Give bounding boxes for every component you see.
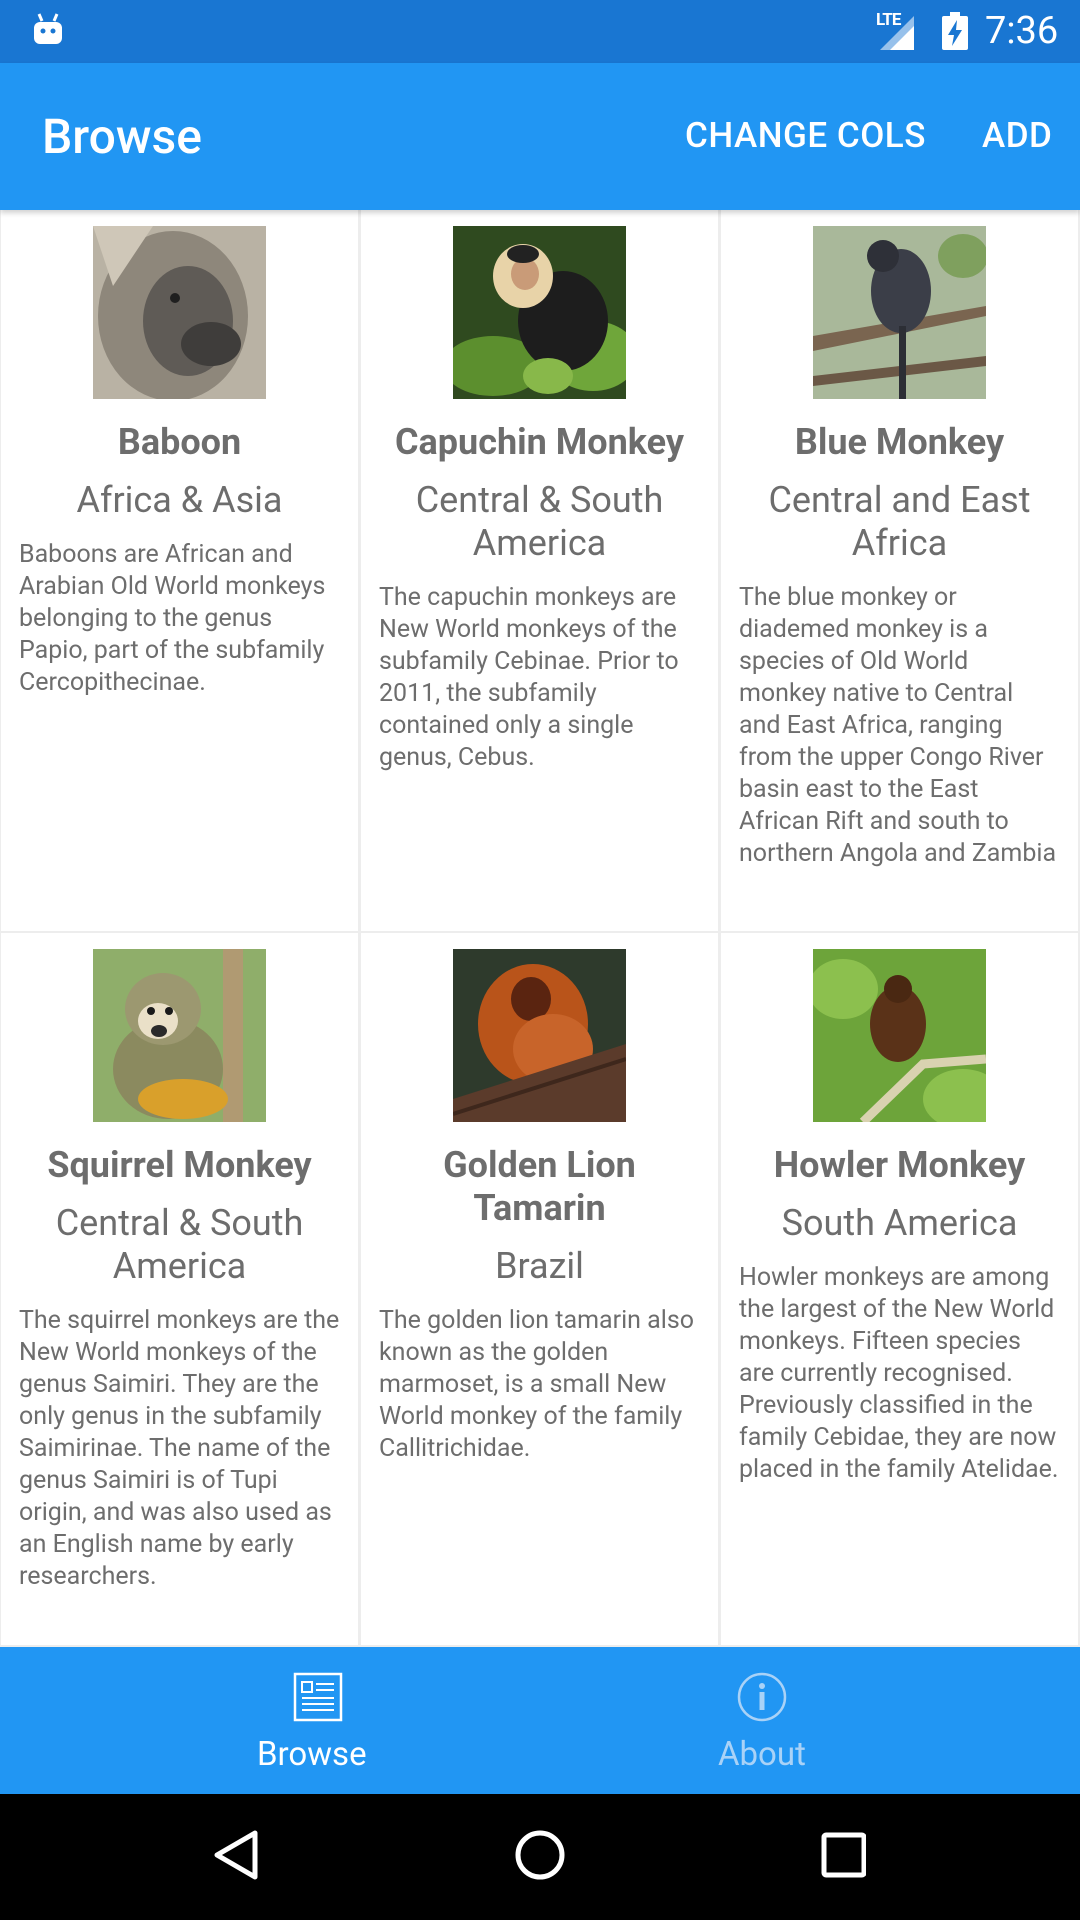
- add-button[interactable]: ADD: [982, 113, 1052, 159]
- app-bar: Browse CHANGE COLS ADD: [0, 63, 1080, 210]
- page-title: Browse: [42, 108, 202, 165]
- nav-label-browse: Browse: [257, 1735, 367, 1774]
- animal-card[interactable]: Howler Monkey South America Howler monke…: [720, 933, 1080, 1647]
- blue-monkey-photo: [813, 226, 986, 399]
- animal-card[interactable]: Baboon Africa & Asia Baboons are African…: [0, 210, 360, 933]
- animal-name: Golden Lion Tamarin: [443, 1144, 636, 1229]
- clock: 7:36: [985, 9, 1059, 53]
- animal-grid: Baboon Africa & Asia Baboons are African…: [0, 210, 1080, 1647]
- capuchin-monkey-photo: [453, 226, 626, 399]
- animal-card[interactable]: Capuchin Monkey Central & South America …: [360, 210, 720, 933]
- signal-icon: [880, 16, 914, 50]
- nav-item-browse[interactable]: Browse: [0, 1647, 540, 1794]
- nav-label-about: About: [718, 1735, 806, 1774]
- animal-name: Baboon: [117, 421, 242, 463]
- nav-item-about[interactable]: About: [540, 1647, 1080, 1794]
- animal-description: The golden lion tamarin also known as th…: [379, 1306, 695, 1463]
- android-icon: [34, 13, 62, 44]
- info-icon: [737, 1672, 787, 1722]
- recents-icon[interactable]: [820, 1829, 866, 1881]
- animal-name: Squirrel Monkey: [47, 1144, 312, 1186]
- animal-region: Central and East Africa: [768, 479, 1031, 564]
- squirrel-monkey-photo: [93, 949, 266, 1122]
- animal-region: Africa & Asia: [76, 479, 283, 521]
- animal-name: Blue Monkey: [794, 421, 1005, 463]
- animal-region: Central & South America: [55, 1202, 304, 1287]
- baboon-photo: [93, 226, 266, 399]
- change-cols-button[interactable]: CHANGE COLS: [685, 113, 926, 159]
- animal-region: South America: [781, 1202, 1018, 1244]
- animal-region: Central & South America: [415, 479, 664, 564]
- animal-description: The squirrel monkeys are the New World m…: [19, 1306, 340, 1591]
- howler-monkey-photo: [813, 949, 986, 1122]
- home-icon[interactable]: [514, 1829, 566, 1881]
- animal-card[interactable]: Squirrel Monkey Central & South America …: [0, 933, 360, 1647]
- animal-region: Brazil: [495, 1245, 584, 1287]
- animal-card[interactable]: Blue Monkey Central and East Africa The …: [720, 210, 1080, 933]
- animal-name: Howler Monkey: [773, 1144, 1026, 1186]
- golden-lion-tamarin-photo: [453, 949, 626, 1122]
- status-bar: LTE 7:36: [0, 0, 1080, 63]
- animal-name: Capuchin Monkey: [394, 421, 685, 463]
- animal-description: The blue monkey or diademed monkey is a …: [739, 583, 1057, 868]
- browse-list-icon: [293, 1672, 343, 1722]
- back-icon[interactable]: [213, 1829, 259, 1881]
- animal-description: The capuchin monkeys are New World monke…: [379, 583, 679, 772]
- animal-card[interactable]: Golden Lion Tamarin Brazil The golden li…: [360, 933, 720, 1647]
- battery-charging-icon: [942, 12, 968, 50]
- bottom-navigation: Browse About: [0, 1647, 1080, 1794]
- animal-description: Howler monkeys are among the largest of …: [739, 1263, 1059, 1484]
- animal-description: Baboons are African and Arabian Old Worl…: [19, 540, 326, 697]
- system-navigation-bar: [0, 1794, 1080, 1920]
